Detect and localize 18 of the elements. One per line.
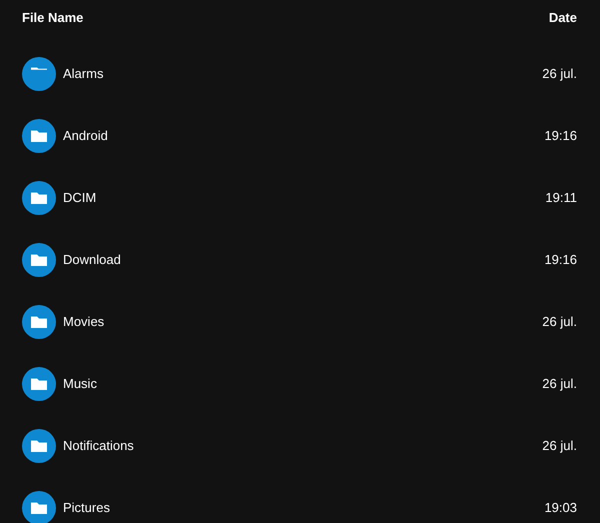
file-name[interactable]: Alarms (63, 64, 104, 84)
file-name[interactable]: Pictures (63, 498, 110, 518)
file-name[interactable]: Movies (63, 312, 104, 332)
file-date: 26 jul. (542, 65, 577, 84)
file-date: 19:03 (544, 499, 577, 518)
file-date: 19:16 (544, 127, 577, 146)
file-name[interactable]: DCIM (63, 188, 96, 208)
column-header: Date (548, 8, 577, 27)
file-date: 19:16 (544, 251, 577, 270)
file-name[interactable]: Music (63, 374, 97, 394)
file-date: 26 jul. (542, 313, 577, 332)
column-header: File Name (22, 8, 84, 27)
file-name[interactable]: Download (63, 250, 121, 270)
file-date: 19:11 (545, 189, 577, 208)
file-name[interactable]: Android (63, 126, 108, 146)
file-date: 26 jul. (542, 375, 577, 394)
file-name[interactable]: Notifications (63, 436, 134, 456)
file-date: 26 jul. (542, 437, 577, 456)
